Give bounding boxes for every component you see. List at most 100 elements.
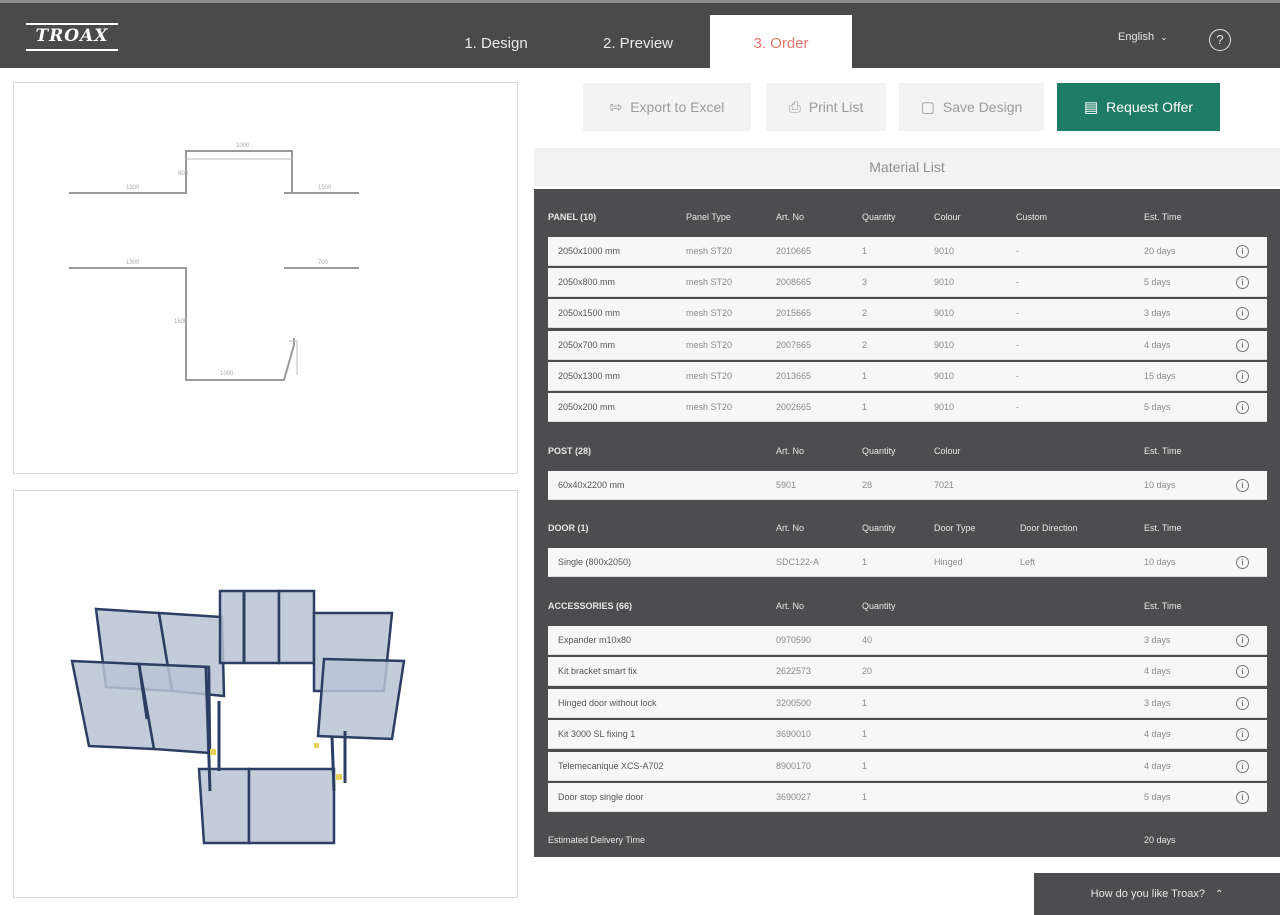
export-to-excel-button[interactable]: ⇰ Export to Excel (583, 83, 751, 131)
door-section-header: DOOR (1) Art. No Quantity Door Type Door… (534, 508, 1280, 548)
item-name: 2050x700 mm (558, 340, 616, 350)
column-header: Est. Time (1144, 523, 1182, 533)
panel-section-title: PANEL (10) (548, 212, 597, 222)
top-bar: TROAX 1. Design 2. Preview 3. Order Engl… (0, 0, 1280, 71)
svg-text:1000: 1000 (220, 371, 234, 377)
material-list-title: Material List (534, 148, 1280, 186)
info-icon[interactable]: i (1236, 697, 1249, 710)
est-time: 5 days (1144, 277, 1171, 287)
item-name: 2050x800 mm (558, 277, 616, 287)
enclosure-3d-view[interactable] (13, 490, 518, 898)
est-time: 20 days (1144, 246, 1176, 256)
save-label: Save Design (942, 99, 1023, 115)
svg-text:1300: 1300 (126, 260, 140, 266)
custom: - (1016, 402, 1019, 412)
est-time: 10 days (1144, 480, 1176, 490)
export-label: Export to Excel (630, 99, 725, 115)
troax-logo[interactable]: TROAX (26, 23, 118, 53)
table-row: 2050x200 mm mesh ST20 2002665 1 9010 - 5… (548, 393, 1267, 422)
column-header: Quantity (862, 446, 896, 456)
item-name: Door stop single door (558, 792, 644, 802)
svg-text:700: 700 (318, 260, 329, 266)
quantity: 3 (862, 277, 868, 287)
est-time: 5 days (1144, 402, 1171, 412)
door-direction: Left (1020, 557, 1036, 567)
custom: - (1016, 246, 1019, 256)
door-section-title: DOOR (1) (548, 523, 589, 533)
est-time: 5 days (1144, 792, 1171, 802)
export-icon: ⇰ (609, 99, 623, 116)
language-label: English (1118, 31, 1155, 43)
est-time: 4 days (1144, 729, 1171, 739)
article-number: 2010665 (776, 246, 812, 256)
colour: 9010 (934, 277, 955, 287)
info-icon[interactable]: i (1236, 370, 1249, 383)
help-icon[interactable]: ? (1209, 29, 1231, 51)
print-list-button[interactable]: ⎙ Print List (766, 83, 886, 131)
quantity: 28 (862, 480, 873, 490)
article-number: 2015665 (776, 308, 812, 318)
estimated-delivery-value: 20 days (1144, 835, 1176, 845)
panel-type: mesh ST20 (686, 371, 733, 381)
info-icon[interactable]: i (1236, 401, 1249, 414)
save-design-button[interactable]: ▢ Save Design (899, 83, 1044, 131)
column-header: Est. Time (1144, 446, 1182, 456)
info-icon[interactable]: i (1236, 276, 1249, 289)
svg-text:1500: 1500 (318, 185, 332, 191)
quantity: 1 (862, 246, 868, 256)
colour: 9010 (934, 340, 955, 350)
quantity: 1 (862, 371, 868, 381)
tab-preview[interactable]: 2. Preview (568, 15, 708, 71)
table-row: Kit 3000 SL fixing 1 3690010 1 4 days i (548, 720, 1267, 749)
column-header: Door Type (934, 523, 976, 533)
colour: 9010 (934, 402, 955, 412)
svg-text:1000: 1000 (236, 143, 250, 149)
chevron-up-icon: ⌃ (1214, 888, 1224, 900)
printer-icon: ⎙ (788, 98, 801, 116)
item-name: 2050x1500 mm (558, 308, 621, 318)
panel-section-header: PANEL (10) Panel Type Art. No Quantity C… (534, 197, 1280, 237)
column-header: Colour (934, 446, 961, 456)
chevron-down-icon: ⌄ (1160, 32, 1168, 42)
info-icon[interactable]: i (1236, 634, 1249, 647)
request-label: Request Offer (1106, 99, 1194, 115)
quantity: 2 (862, 340, 868, 350)
column-header: Art. No (776, 212, 805, 222)
accessories-section-title: ACCESSORIES (66) (548, 601, 633, 611)
article-number: 2002665 (776, 402, 812, 412)
est-time: 10 days (1144, 557, 1176, 567)
info-icon[interactable]: i (1236, 665, 1249, 678)
language-selector[interactable]: English ⌄ (1118, 31, 1168, 43)
tab-order[interactable]: 3. Order (710, 15, 852, 71)
info-icon[interactable]: i (1236, 339, 1249, 352)
feedback-tab[interactable]: How do you like Troax? ⌃ (1034, 873, 1280, 915)
column-header: Art. No (776, 446, 805, 456)
info-icon[interactable]: i (1236, 556, 1249, 569)
table-row: 2050x1000 mm mesh ST20 2010665 1 9010 - … (548, 237, 1267, 266)
info-icon[interactable]: i (1236, 791, 1249, 804)
info-icon[interactable]: i (1236, 760, 1249, 773)
info-icon[interactable]: i (1236, 245, 1249, 258)
quantity: 1 (862, 729, 868, 739)
save-icon: ▢ (920, 99, 935, 116)
article-number: 2007665 (776, 340, 812, 350)
item-name: Telemecanique XCS-A702 (558, 761, 664, 771)
colour: 9010 (934, 308, 955, 318)
article-number: 0970590 (776, 635, 812, 645)
floor-plan-2d-view[interactable]: 1300 1000 800 1500 1300 700 1500 1000 (13, 82, 518, 474)
info-icon[interactable]: i (1236, 479, 1249, 492)
item-name: Expander m10x80 (558, 635, 632, 645)
table-row: 60x40x2200 mm 5901 28 7021 10 days i (548, 471, 1267, 500)
tab-design[interactable]: 1. Design (426, 15, 566, 71)
article-number: 2008665 (776, 277, 812, 287)
quantity: 1 (862, 698, 868, 708)
info-icon[interactable]: i (1236, 307, 1249, 320)
info-icon[interactable]: i (1236, 728, 1249, 741)
request-offer-button[interactable]: ▤ Request Offer (1057, 83, 1220, 131)
table-row: Expander m10x80 0970590 40 3 days i (548, 626, 1267, 655)
quantity: 1 (862, 792, 868, 802)
svg-text:1500: 1500 (174, 319, 188, 325)
column-header: Art. No (776, 523, 805, 533)
column-header: Quantity (862, 523, 896, 533)
est-time: 4 days (1144, 761, 1171, 771)
